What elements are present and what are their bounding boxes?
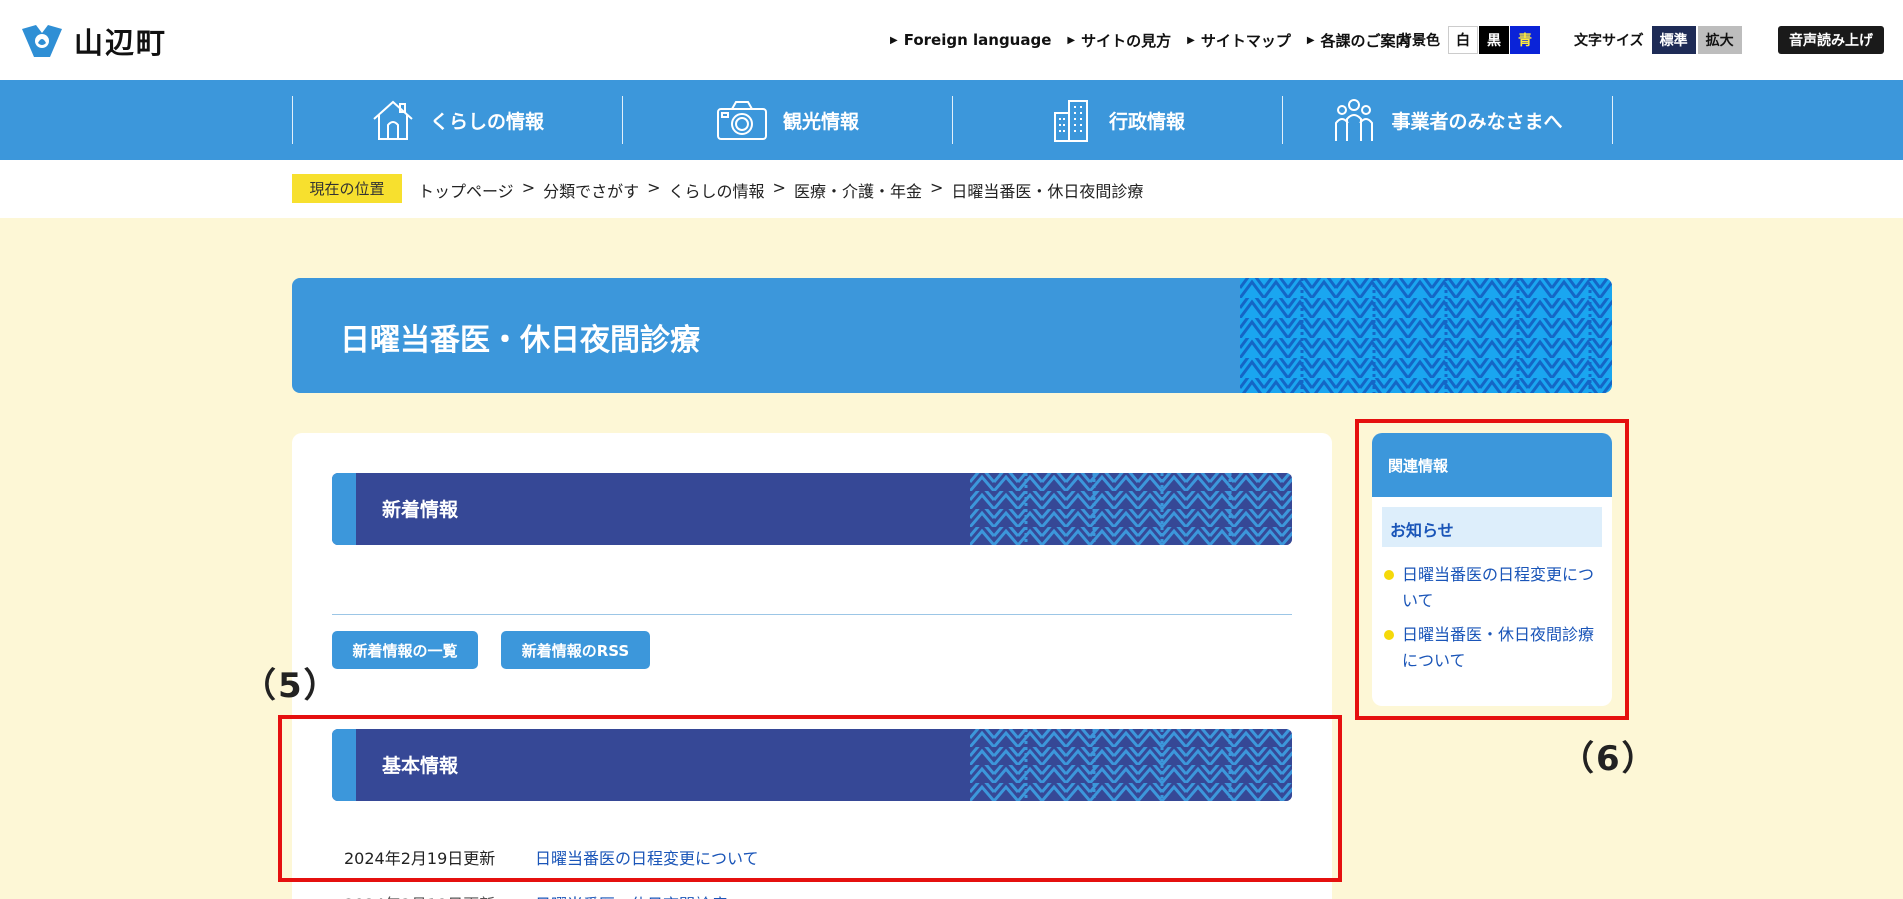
- font-size-label: 文字サイズ: [1574, 33, 1644, 49]
- annotation-label-6: （6）: [1560, 739, 1658, 779]
- triangle-right-icon: ▶: [1306, 34, 1315, 46]
- page-title: 日曜当番医・休日夜間診療: [340, 323, 700, 358]
- breadcrumb-separator: >: [929, 178, 944, 197]
- background-color-switcher: 背景色 白 黒 青: [1398, 26, 1541, 54]
- annotation-box-6: [1355, 419, 1629, 720]
- annotation-box-5: [278, 715, 1342, 882]
- bg-white-button[interactable]: 白: [1448, 26, 1478, 54]
- decorative-pattern: [970, 473, 1292, 545]
- new-info-heading: 新着情報: [332, 473, 1292, 545]
- sitemap-link[interactable]: ▶ サイトマップ: [1187, 30, 1291, 51]
- breadcrumb-category[interactable]: 分類でさがす: [543, 178, 639, 202]
- site-header: 山辺町 ▶ Foreign language ▶ サイトの見方 ▶ サイトマップ…: [0, 0, 1903, 80]
- heading-accent: [332, 473, 356, 545]
- site-guide-link[interactable]: ▶ サイトの見方: [1067, 30, 1171, 51]
- nav-divider: [1612, 96, 1613, 144]
- breadcrumb-current: 日曜当番医・休日夜間診療: [951, 182, 1144, 201]
- breadcrumb-living[interactable]: くらしの情報: [669, 178, 765, 202]
- site-name: 山辺町: [74, 26, 168, 60]
- breadcrumb-bar: 現在の位置 トップページ > 分類でさがす > くらしの情報 > 医療・介護・年…: [0, 160, 1903, 218]
- decorative-pattern: [1240, 278, 1612, 393]
- news-item-date: 2024年2月19日更新: [344, 891, 495, 899]
- bg-color-label: 背景色: [1398, 33, 1440, 49]
- triangle-right-icon: ▶: [890, 34, 898, 46]
- camera-icon: [716, 101, 767, 140]
- nav-item-tourism[interactable]: 観光情報: [622, 96, 952, 144]
- breadcrumb: トップページ > 分類でさがす > くらしの情報 > 医療・介護・年金 > 日曜…: [418, 178, 1143, 202]
- voice-reader-button[interactable]: 音声読み上げ: [1778, 26, 1884, 54]
- font-size-large-button[interactable]: 拡大: [1697, 26, 1742, 54]
- people-icon: [1335, 99, 1374, 141]
- new-info-rss-button[interactable]: 新着情報のRSS: [501, 631, 650, 669]
- nav-item-business[interactable]: 事業者のみなさまへ: [1282, 96, 1612, 144]
- main-navigation: くらしの情報 観光情報 行政情報 事業者のみなさまへ: [0, 80, 1903, 160]
- news-item-link[interactable]: 日曜当番医・休日夜間診療: [535, 891, 727, 899]
- font-size-switcher: 文字サイズ 標準 拡大: [1574, 26, 1744, 54]
- utility-links: ▶ Foreign language ▶ サイトの見方 ▶ サイトマップ ▶ 各…: [890, 26, 1427, 54]
- town-emblem-icon: [22, 25, 62, 57]
- section-divider: [332, 614, 1292, 615]
- current-location-badge: 現在の位置: [292, 174, 402, 203]
- page-title-banner: 日曜当番医・休日夜間診療: [292, 278, 1612, 393]
- triangle-right-icon: ▶: [1187, 34, 1195, 46]
- annotation-label-5: （5）: [242, 666, 340, 706]
- new-info-heading-label: 新着情報: [382, 499, 459, 521]
- triangle-right-icon: ▶: [1067, 34, 1076, 46]
- house-icon: [373, 100, 413, 140]
- nav-item-living[interactable]: くらしの情報: [292, 96, 622, 144]
- breadcrumb-separator: >: [772, 178, 786, 197]
- nav-item-administration[interactable]: 行政情報: [952, 96, 1282, 144]
- breadcrumb-top[interactable]: トップページ: [418, 178, 514, 202]
- new-info-list-button[interactable]: 新着情報の一覧: [332, 631, 478, 669]
- site-logo[interactable]: 山辺町: [20, 20, 167, 62]
- building-icon: [1053, 100, 1088, 142]
- breadcrumb-separator: >: [647, 178, 661, 197]
- bg-blue-button[interactable]: 青: [1510, 26, 1540, 54]
- font-size-standard-button[interactable]: 標準: [1651, 26, 1696, 54]
- departments-link[interactable]: ▶ 各課のご案内: [1307, 30, 1411, 51]
- breadcrumb-medical[interactable]: 医療・介護・年金: [794, 178, 922, 202]
- bg-black-button[interactable]: 黒: [1479, 26, 1509, 54]
- breadcrumb-separator: >: [521, 178, 536, 197]
- foreign-language-link[interactable]: ▶ Foreign language: [890, 31, 1051, 49]
